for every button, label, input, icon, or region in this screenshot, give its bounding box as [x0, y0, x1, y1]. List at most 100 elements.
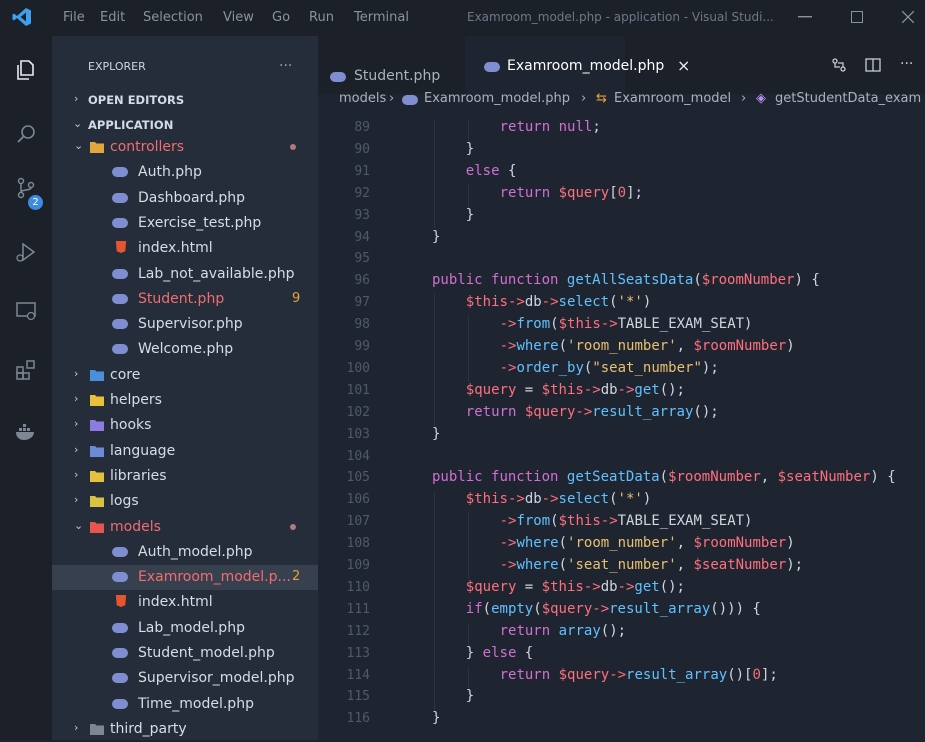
explorer-more-icon[interactable]: ... — [279, 54, 292, 70]
code-line[interactable]: } — [432, 229, 440, 245]
file-item[interactable]: index.html — [52, 236, 318, 261]
chevron-right-icon[interactable]: › — [74, 367, 86, 380]
code-line[interactable]: public function getAllSeatsData($roomNum… — [432, 272, 820, 288]
code-editor[interactable]: 89 return null; 90} 91 else {92 return $query… — [318, 112, 925, 740]
code-line[interactable]: ->from($this->TABLE_EXAM_SEAT) — [500, 513, 753, 529]
indent-guide — [467, 119, 469, 141]
menu-edit[interactable]: Edit — [100, 10, 125, 25]
file-item[interactable]: Lab_not_available.php — [52, 262, 318, 287]
code-line[interactable]: return $query[0]; — [500, 185, 643, 201]
code-line[interactable]: } — [466, 688, 474, 704]
menu-terminal[interactable]: Terminal — [354, 10, 409, 25]
file-item[interactable]: index.html — [52, 590, 318, 615]
maximize-icon[interactable] — [851, 11, 863, 23]
open-editors-header[interactable]: OPEN EDITORS — [88, 93, 184, 107]
code-line[interactable]: ->from($this->TABLE_EXAM_SEAT) — [500, 316, 753, 332]
file-item[interactable]: Examroom_model.p... 2 — [52, 565, 318, 591]
explorer-icon[interactable] — [14, 58, 38, 82]
folder-icon — [90, 470, 104, 482]
chevron-right-icon[interactable]: › — [74, 443, 86, 456]
breadcrumb-method[interactable]: getStudentData_exam — [775, 91, 921, 106]
remote-explorer-icon[interactable] — [14, 299, 38, 323]
folder-item[interactable]: › helpers — [52, 388, 318, 413]
chevron-right-icon[interactable]: › — [74, 721, 86, 734]
menu-run[interactable]: Run — [309, 10, 334, 25]
code-line[interactable]: return null; — [500, 119, 601, 135]
indent-guide — [467, 338, 469, 360]
folder-item[interactable]: ⌄ models — [52, 515, 318, 540]
chevron-down-icon[interactable]: ⌄ — [74, 140, 86, 152]
php-file-icon — [112, 268, 128, 279]
file-item[interactable]: Student_model.php — [52, 641, 318, 666]
file-item[interactable]: Auth.php — [52, 160, 318, 185]
menu-view[interactable]: View — [223, 10, 254, 25]
code-line[interactable]: public function getSeatData($roomNumber,… — [432, 469, 896, 485]
file-item[interactable]: Time_model.php — [52, 692, 318, 717]
folder-item[interactable]: › hooks — [52, 413, 318, 438]
chevron-right-icon[interactable]: › — [74, 418, 86, 430]
split-editor-icon[interactable] — [865, 57, 881, 73]
indent-guide — [434, 688, 435, 711]
code-line[interactable]: $this->db->select('*') — [466, 491, 651, 507]
breadcrumb-models[interactable]: models — [339, 91, 386, 106]
file-item[interactable]: Welcome.php — [52, 337, 318, 362]
code-line[interactable]: if(empty($query->result_array())) { — [466, 601, 761, 617]
code-line[interactable]: return $query->result_array(); — [466, 404, 719, 420]
file-item[interactable]: Student.php 9 — [52, 287, 318, 312]
breadcrumb-file[interactable]: Examroom_model.php — [424, 91, 570, 106]
chevron-down-icon[interactable]: ⌄ — [73, 118, 85, 130]
code-line[interactable]: } — [466, 141, 474, 157]
code-line[interactable]: ->where('room_number', $roomNumber) — [500, 338, 795, 354]
minimize-icon[interactable] — [798, 14, 812, 20]
code-line[interactable]: ->where('seat_number', $seatNumber); — [500, 557, 803, 573]
indent-guide — [434, 578, 435, 601]
extensions-icon[interactable] — [14, 358, 38, 382]
file-item[interactable]: Lab_model.php — [52, 616, 318, 641]
file-item[interactable]: Auth_model.php — [52, 540, 318, 565]
code-line[interactable]: } — [432, 710, 440, 726]
file-item[interactable]: Supervisor_model.php — [52, 666, 318, 691]
file-item[interactable]: Dashboard.php — [52, 186, 318, 211]
menu-go[interactable]: Go — [272, 10, 290, 25]
chevron-down-icon[interactable]: ⌄ — [74, 519, 86, 532]
menu-selection[interactable]: Selection — [143, 10, 203, 25]
folder-item[interactable]: › third_party — [52, 717, 318, 742]
chevron-right-icon[interactable]: › — [74, 393, 86, 405]
php-file-icon — [112, 167, 128, 178]
breadcrumb-class[interactable]: Examroom_model — [614, 91, 731, 106]
folder-item[interactable]: ⌄ controllers — [52, 135, 318, 160]
code-line[interactable]: } — [466, 207, 474, 223]
code-line[interactable]: return array(); — [500, 623, 626, 639]
search-icon[interactable] — [14, 122, 38, 146]
chevron-right-icon[interactable]: › — [74, 93, 86, 105]
code-line[interactable]: } — [432, 426, 440, 442]
close-window-icon[interactable] — [902, 11, 914, 23]
file-item[interactable]: Supervisor.php — [52, 312, 318, 337]
folder-item[interactable]: › core — [52, 363, 318, 388]
folder-item[interactable]: › language — [52, 439, 318, 464]
chevron-right-icon[interactable]: › — [74, 494, 86, 506]
more-icon[interactable]: ··· — [900, 56, 913, 72]
tab-close-icon[interactable]: × — [677, 56, 690, 75]
folder-item[interactable]: › libraries — [52, 464, 318, 489]
code-line[interactable]: $query = $this->db->get(); — [466, 382, 685, 398]
docker-icon[interactable] — [14, 419, 38, 443]
folder-item[interactable]: › logs — [52, 489, 318, 514]
code-line[interactable]: ->where('room_number', $roomNumber) — [500, 535, 795, 551]
file-label: third_party — [110, 720, 187, 737]
code-line[interactable]: ->order_by("seat_number"); — [500, 360, 719, 376]
code-line[interactable]: $this->db->select('*') — [466, 294, 651, 310]
tab-student-php[interactable]: Student.php — [330, 46, 460, 84]
code-line[interactable]: } else { — [466, 645, 533, 661]
application-root-header[interactable]: APPLICATION — [88, 118, 173, 132]
chevron-right-icon[interactable]: › — [74, 468, 86, 481]
line-number: 114 — [346, 667, 370, 683]
code-line[interactable]: else { — [466, 163, 517, 179]
code-line[interactable]: return $query->result_array()[0]; — [500, 667, 778, 683]
menu-file[interactable]: File — [63, 10, 85, 25]
compare-icon[interactable] — [831, 57, 847, 73]
run-debug-icon[interactable] — [14, 240, 38, 264]
tab-examroom-model-php[interactable]: Examroom_model.php × — [465, 36, 690, 94]
code-line[interactable]: $query = $this->db->get(); — [466, 579, 685, 595]
file-item[interactable]: Exercise_test.php — [52, 211, 318, 236]
